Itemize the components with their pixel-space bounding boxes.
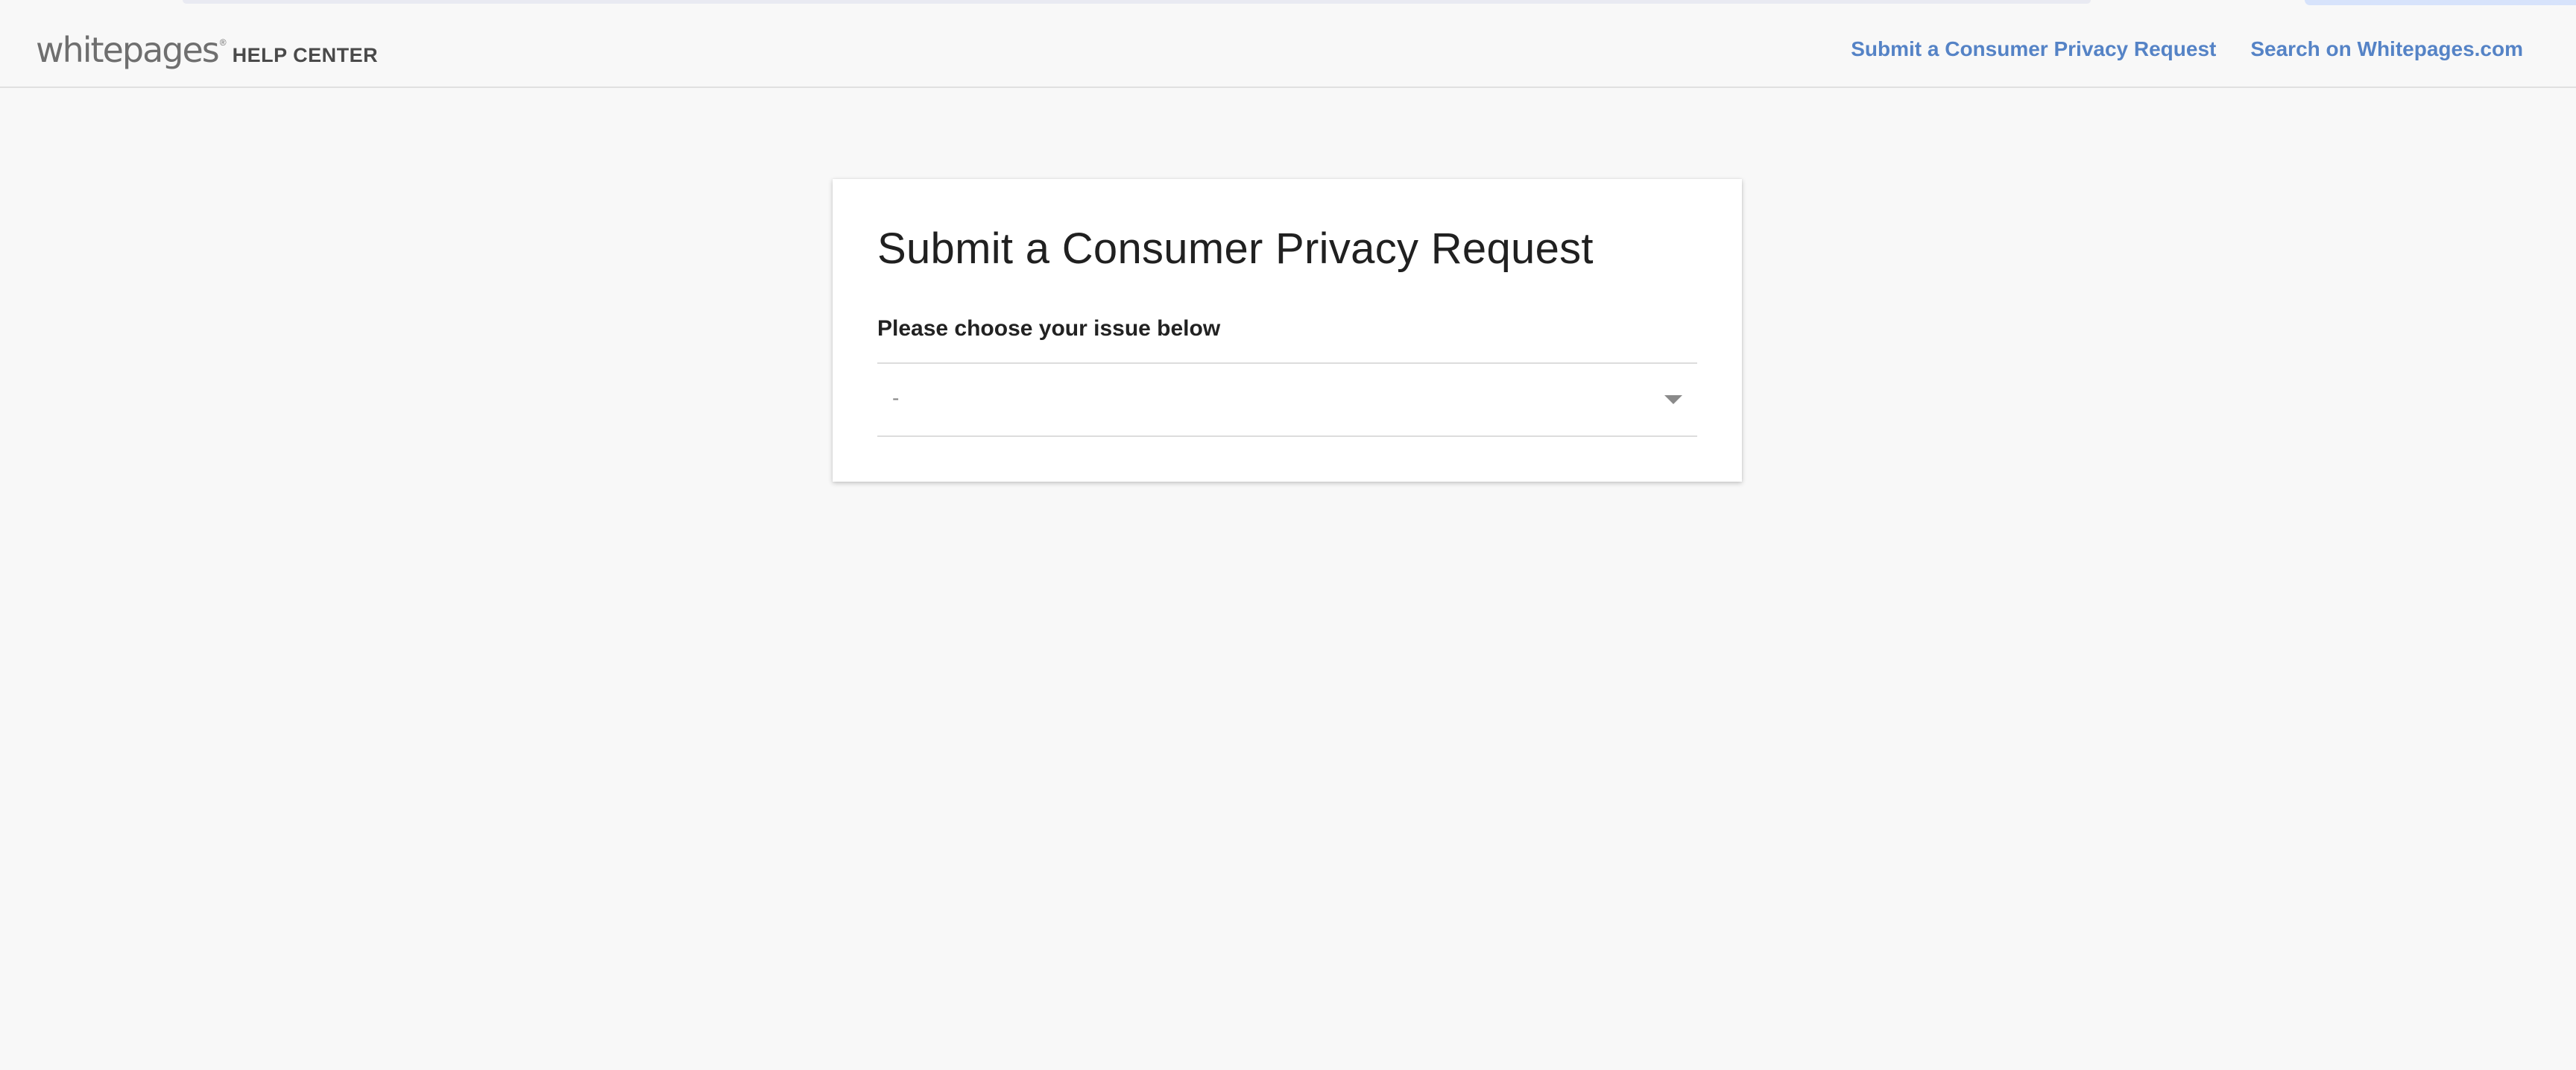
header-nav: Submit a Consumer Privacy Request Search… <box>1851 37 2523 61</box>
browser-button-edge <box>2305 0 2576 5</box>
privacy-request-card: Submit a Consumer Privacy Request Please… <box>833 179 1742 482</box>
site-header: whitepages ® HELP CENTER Submit a Consum… <box>0 15 2576 88</box>
issue-select-value: - <box>892 386 900 409</box>
page-title: Submit a Consumer Privacy Request <box>877 224 1594 273</box>
whitepages-logo[interactable]: whitepages ® HELP CENTER <box>36 30 378 70</box>
logo-trademark: ® <box>219 37 227 48</box>
browser-top-strip <box>0 0 2576 15</box>
logo-wordmark: whitepages <box>36 30 220 70</box>
privacy-request-link[interactable]: Submit a Consumer Privacy Request <box>1851 37 2216 61</box>
logo-subtitle: HELP CENTER <box>232 44 379 66</box>
issue-label: Please choose your issue below <box>877 316 1221 341</box>
search-whitepages-link[interactable]: Search on Whitepages.com <box>2250 37 2523 61</box>
issue-select[interactable]: - <box>877 362 1697 437</box>
address-bar-edge <box>183 0 2091 4</box>
chevron-down-icon[interactable] <box>1664 395 1682 404</box>
